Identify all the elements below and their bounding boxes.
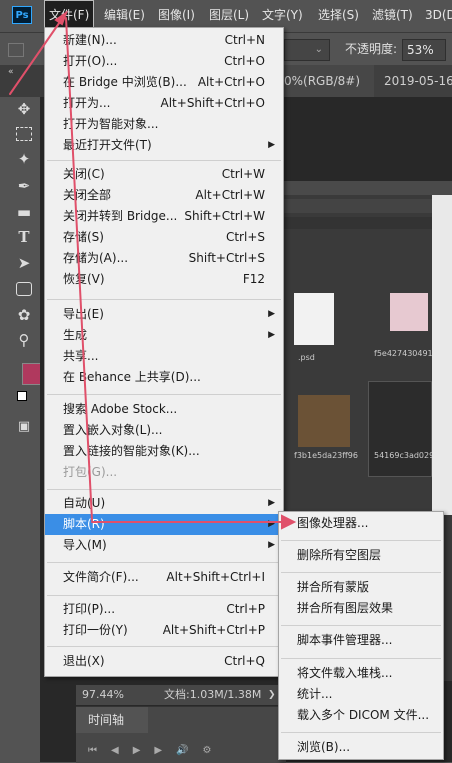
annotation-arrow-processor-head [281, 514, 297, 530]
annotation-arrow-file-shaft [9, 15, 65, 95]
annotation-arrows [9, 10, 297, 530]
annotation-arrow-file-head [54, 10, 69, 26]
annotation-arrow-script-shaft [65, 17, 93, 521]
